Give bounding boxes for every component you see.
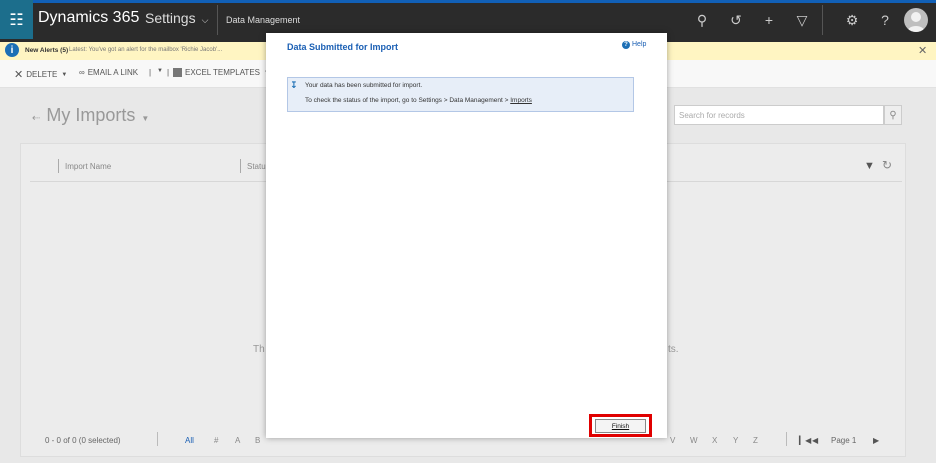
footer-separator <box>157 432 158 446</box>
letter-filter-v[interactable]: V <box>670 436 675 445</box>
page-number: Page 1 <box>831 436 857 445</box>
breadcrumb-data-management[interactable]: Data Management <box>217 5 308 35</box>
delete-label: DELETE <box>26 70 58 79</box>
email-link-button[interactable]: ∞ EMAIL A LINK <box>79 68 138 77</box>
command-separator: | <box>167 68 170 77</box>
letter-filter-all[interactable]: All <box>185 436 194 445</box>
letter-filter-y[interactable]: Y <box>733 436 738 445</box>
info-icon: i <box>5 43 19 57</box>
dialog-title: Data Submitted for Import <box>287 42 399 52</box>
filter-icon[interactable]: ▼ <box>864 160 875 172</box>
letter-filter-a[interactable]: A <box>235 436 240 445</box>
empty-grid-message-fragment: ts. <box>668 344 679 355</box>
settings-label: Settings <box>145 10 196 26</box>
question-icon[interactable]: ? <box>873 8 897 32</box>
search-icon[interactable]: ⚲ <box>884 105 902 125</box>
waffle-icon[interactable]: ☷ <box>0 0 33 39</box>
letter-filter-b[interactable]: B <box>255 436 260 445</box>
avatar-icon <box>907 12 925 32</box>
excel-icon <box>173 68 182 77</box>
search-input[interactable]: Search for records <box>674 105 884 125</box>
view-selector[interactable]: ⇠ My Imports ▼ <box>32 105 149 126</box>
record-count: 0 - 0 of 0 (0 selected) <box>45 436 121 445</box>
delete-button[interactable]: ✕ DELETE ▼ <box>14 68 67 81</box>
search-icon[interactable]: ⚲ <box>690 8 714 32</box>
info-message-text: To check the status of the import, go to… <box>305 97 511 104</box>
empty-grid-message-fragment: Th <box>253 344 265 355</box>
column-header-import-name[interactable]: Import Name <box>65 162 111 171</box>
footer-separator <box>786 432 787 446</box>
chevron-down-icon: ⌵ <box>201 15 209 25</box>
chevron-down-icon: ▼ <box>141 114 150 123</box>
command-separator: | <box>149 68 152 77</box>
finish-button[interactable]: Finish <box>595 419 646 433</box>
finish-button-label: Finish <box>611 422 630 430</box>
excel-templates-button[interactable]: EXCEL TEMPLATES▼ <box>173 68 270 77</box>
next-page-icon[interactable]: ▶ <box>873 436 879 445</box>
pin-icon: ⇠ <box>32 113 41 124</box>
page-title: My Imports <box>46 105 136 125</box>
avatar[interactable] <box>904 8 928 32</box>
gear-icon[interactable]: ⚙ <box>840 8 864 32</box>
alerts-latest-text[interactable]: Latest: You've got an alert for the mail… <box>69 47 222 53</box>
letter-filter-hash[interactable]: # <box>214 436 218 445</box>
delete-icon: ✕ <box>14 69 24 81</box>
imports-link[interactable]: Imports <box>510 97 532 104</box>
chevron-down-icon: ▼ <box>61 71 68 78</box>
download-arrow-icon: ↧ <box>290 80 298 90</box>
filter-icon[interactable]: ▽ <box>790 8 814 32</box>
letter-filter-z[interactable]: Z <box>753 436 758 445</box>
column-separator <box>58 159 59 173</box>
letter-filter-w[interactable]: W <box>690 436 698 445</box>
close-icon[interactable]: ✕ <box>918 44 927 57</box>
excel-templates-label: EXCEL TEMPLATES <box>185 68 260 77</box>
plus-icon[interactable]: + <box>757 8 781 32</box>
first-page-icon[interactable]: ▎◀ <box>799 436 811 445</box>
column-header-status[interactable]: Statu <box>247 162 266 171</box>
app-brand[interactable]: Dynamics 365 <box>38 9 139 27</box>
divider <box>822 5 823 35</box>
alerts-title[interactable]: New Alerts (5) <box>25 47 68 54</box>
settings-nav-menu[interactable]: Settings ⌵ <box>145 10 208 26</box>
letter-filter-x[interactable]: X <box>712 436 717 445</box>
refresh-icon[interactable]: ↻ <box>882 158 892 172</box>
help-link[interactable]: Help <box>632 41 646 48</box>
previous-page-icon[interactable]: ◀ <box>812 436 818 445</box>
column-separator <box>240 159 241 173</box>
link-icon: ∞ <box>79 68 85 77</box>
info-message-line-1: Your data has been submitted for import. <box>305 82 423 89</box>
info-message-line-2: To check the status of the import, go to… <box>305 97 532 104</box>
chevron-down-icon[interactable]: ▼ <box>157 68 163 74</box>
recent-icon[interactable]: ↺ <box>724 8 748 32</box>
email-link-label: EMAIL A LINK <box>87 68 139 77</box>
help-icon[interactable]: ? <box>622 41 630 49</box>
